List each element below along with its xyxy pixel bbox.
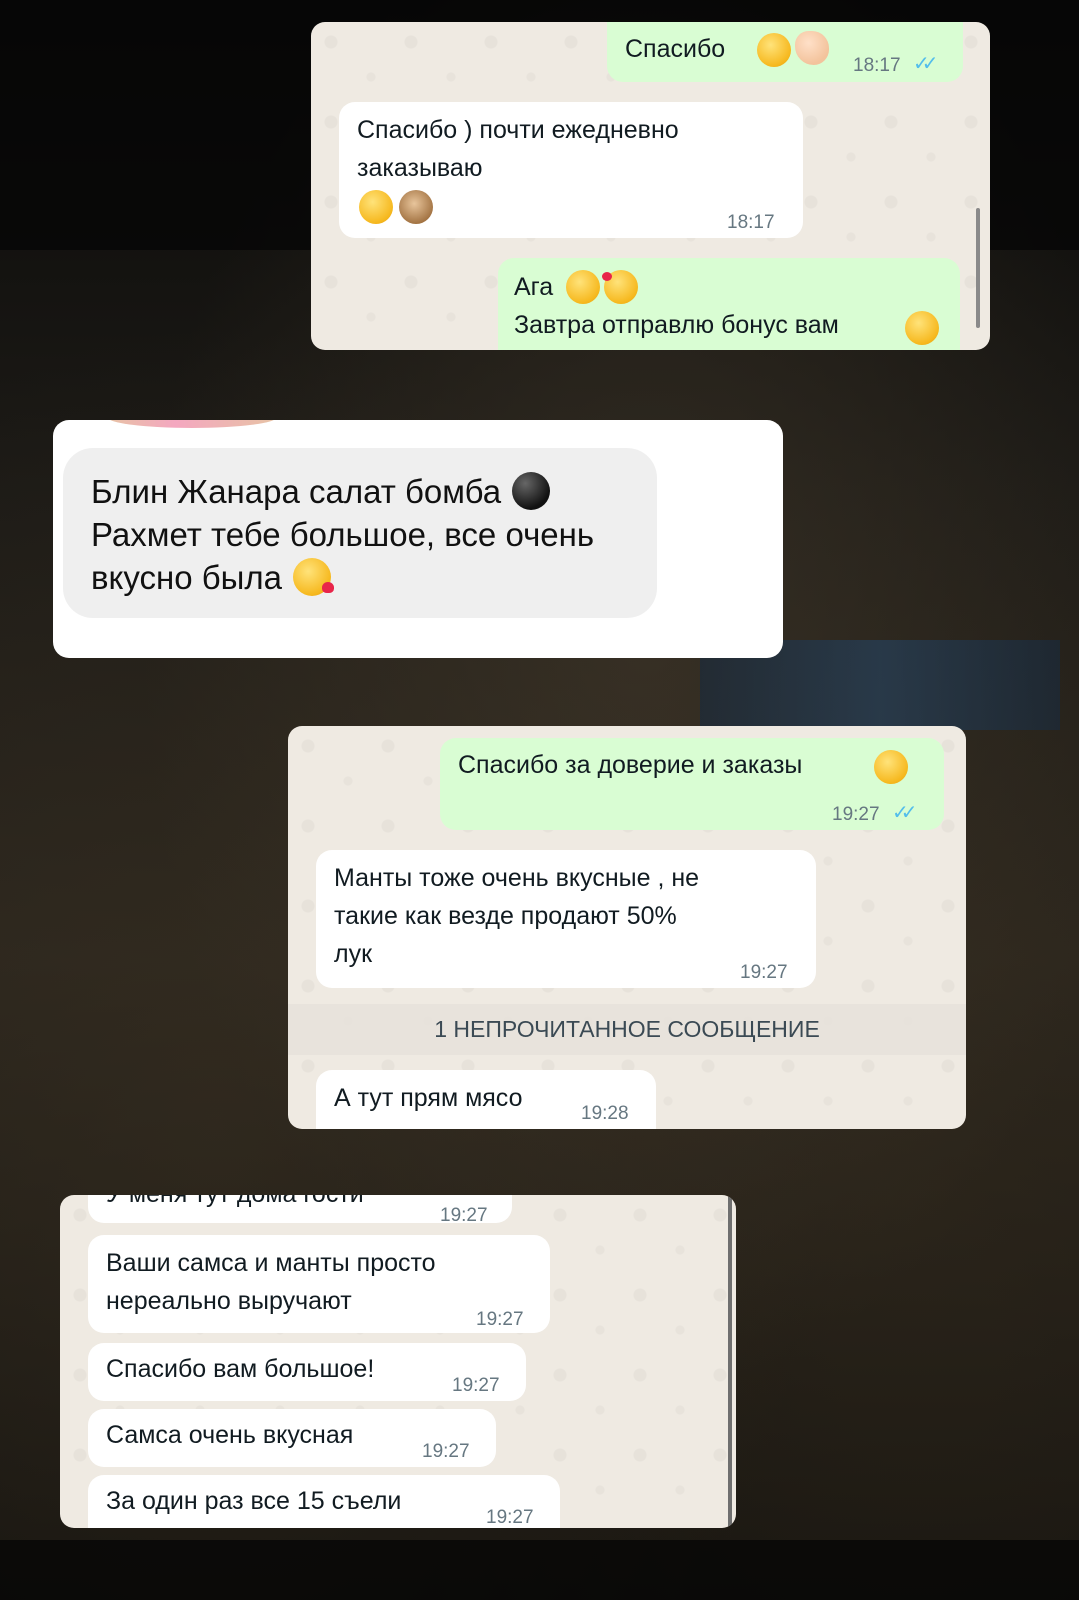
message-incoming[interactable]: Ваши самса и манты просто нереально выру…	[88, 1235, 550, 1333]
message-incoming[interactable]: Манты тоже очень вкусные , не такие как …	[316, 850, 816, 988]
chat-screenshot-3: У меня тут дома гости 19:27 Ваши самса и…	[60, 1195, 736, 1528]
message-time: 19:28	[581, 1103, 629, 1124]
message-incoming[interactable]: Спасибо вам большое! 19:27	[88, 1343, 526, 1401]
message-line: заказываю	[357, 154, 483, 182]
kissing-heart-emoji	[293, 558, 335, 596]
scrollbar[interactable]	[976, 208, 980, 328]
double-check-icon: ✓✓	[913, 53, 938, 75]
smiling-hearts-emoji	[602, 270, 638, 304]
message-incoming[interactable]: Самса очень вкусная 19:27	[88, 1409, 496, 1467]
message-line: Блин Жанара салат бомба	[91, 470, 629, 513]
message-line: вкусно была	[91, 556, 629, 599]
message-incoming[interactable]: У меня тут дома гости 19:27	[88, 1195, 512, 1226]
message-outgoing[interactable]: Спасибо за доверие и заказы 19:27 ✓✓	[440, 738, 944, 830]
message-incoming[interactable]: А тут прям мясо 19:28	[316, 1070, 656, 1129]
message-text: Спасибо	[625, 35, 726, 63]
message-text: Спасибо за доверие и заказы	[458, 751, 803, 779]
message-time: 18:17	[727, 212, 775, 233]
message-time: 19:27	[422, 1441, 470, 1462]
message-line: Рахмет тебе большое, все очень	[91, 516, 595, 553]
message-incoming[interactable]: Спасибо ) почти ежедневно заказываю 18:1…	[339, 102, 803, 238]
grinning-emoji	[566, 270, 600, 304]
message-time: 18:17	[853, 55, 901, 76]
unread-divider: 1 НЕПРОЧИТАННОЕ СООБЩЕНИЕ	[288, 1004, 966, 1055]
message-incoming[interactable]: За один раз все 15 съели 19:27	[88, 1475, 560, 1528]
message-outgoing[interactable]: Спасибо 18:17 ✓✓	[607, 22, 963, 82]
message-text: Самса очень вкусная	[106, 1421, 354, 1449]
message-line: Спасибо ) почти ежедневно	[357, 116, 679, 144]
message-incoming[interactable]: Блин Жанара салат бомба Рахмет тебе боль…	[63, 448, 657, 618]
message-time: 19:27	[486, 1507, 534, 1528]
smiling-blush-emoji	[757, 33, 791, 67]
chat-screenshot-2: Спасибо за доверие и заказы 19:27 ✓✓ Ман…	[288, 726, 966, 1129]
message-time: 19:27	[832, 804, 880, 825]
message-time: 19:27	[440, 1205, 488, 1226]
message-time: 19:27	[452, 1375, 500, 1396]
message-line: Ваши самса и манты просто	[106, 1249, 436, 1277]
message-time: 19:27	[740, 962, 788, 983]
smiling-blush-emoji	[905, 311, 939, 345]
message-text: За один раз все 15 съели	[106, 1487, 402, 1515]
message-time: 19:27	[476, 1309, 524, 1330]
message-line: такие как везде продают 50%	[334, 902, 677, 930]
message-line: лук	[334, 940, 373, 968]
message-line: Манты тоже очень вкусные , не	[334, 864, 700, 892]
message-text: А тут прям мясо	[334, 1084, 523, 1112]
bomb-emoji	[512, 472, 551, 510]
dm-screenshot: Блин Жанара салат бомба Рахмет тебе боль…	[53, 420, 783, 658]
rofl-emoji	[359, 190, 393, 224]
message-text: У меня тут дома гости	[106, 1195, 364, 1213]
message-text: Спасибо вам большое!	[106, 1355, 375, 1383]
avatar	[107, 420, 277, 428]
message-line: Завтра отправлю бонус вам	[514, 311, 839, 339]
smiling-blush-emoji	[874, 750, 908, 784]
chat-screenshot-1: Спасибо 18:17 ✓✓ Спасибо ) почти ежеднев…	[311, 22, 990, 350]
see-no-evil-monkey-emoji	[399, 190, 433, 224]
scrollbar[interactable]	[728, 1195, 732, 1528]
message-line: Ага	[514, 273, 554, 301]
ok-hand-emoji	[795, 31, 829, 65]
message-line: нереально выручают	[106, 1287, 352, 1315]
message-outgoing[interactable]: Ага Завтра отправлю бонус вам	[498, 258, 960, 350]
double-check-icon: ✓✓	[892, 802, 917, 824]
